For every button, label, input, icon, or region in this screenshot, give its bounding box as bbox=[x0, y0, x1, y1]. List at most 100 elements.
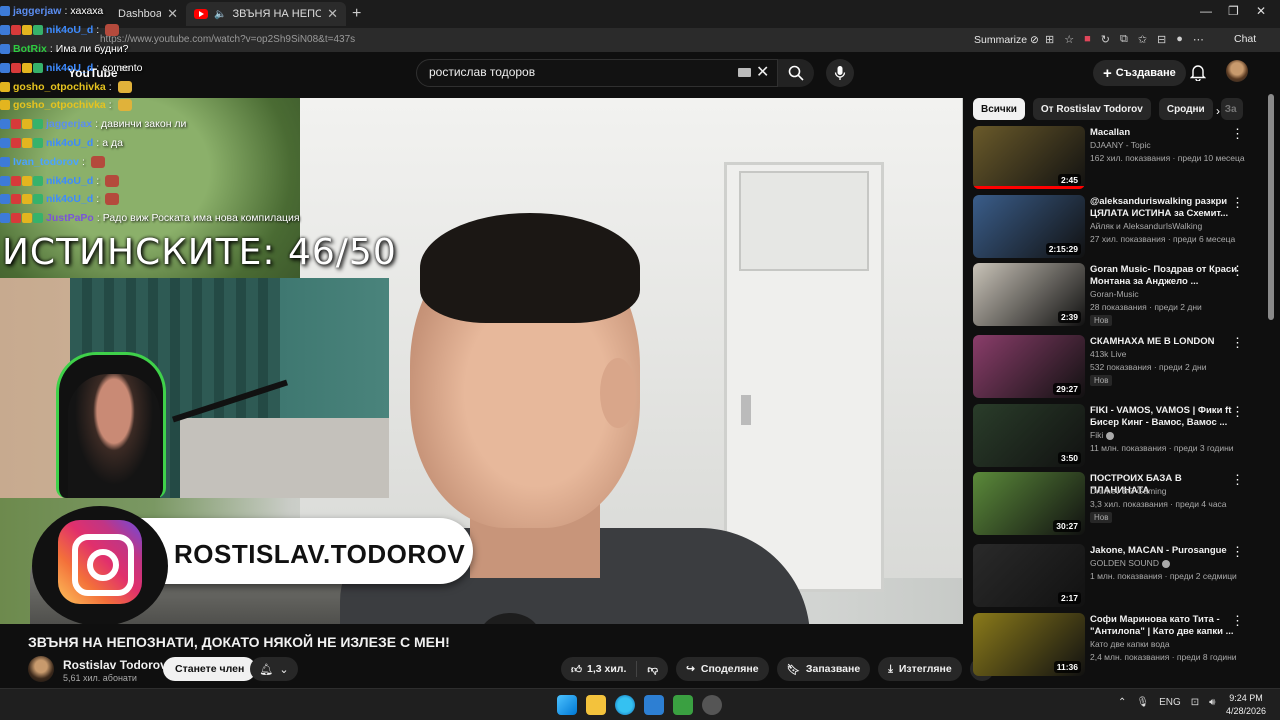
video-channel[interactable]: 413k Live bbox=[1090, 349, 1126, 359]
video-title[interactable]: FIKI - VAMOS, VAMOS | Фики ft Бисер Кинг… bbox=[1090, 405, 1240, 429]
more-menu-icon[interactable]: ⋯ bbox=[1193, 33, 1204, 46]
volume-icon[interactable]: 🔊︎ bbox=[1209, 697, 1215, 708]
edge-browser-icon[interactable] bbox=[615, 695, 635, 715]
clear-search-icon[interactable]: ✕ bbox=[756, 62, 769, 82]
voice-search-button[interactable] bbox=[826, 59, 854, 87]
copilot-chat-button[interactable]: Chat bbox=[1234, 33, 1256, 45]
chat-username[interactable]: jaggerjaw bbox=[13, 5, 61, 17]
more-vert-icon[interactable]: ⋮ bbox=[1231, 613, 1244, 629]
recommended-video[interactable]: 2:17 Jakone, MACAN - Purosangue GOLDEN SOU… bbox=[973, 544, 1263, 608]
more-vert-icon[interactable]: ⋮ bbox=[1231, 404, 1244, 420]
chat-username[interactable]: nik4oU_d bbox=[46, 175, 93, 187]
summarize-button[interactable]: Summarize ⊘ bbox=[974, 34, 1039, 46]
share-button[interactable]: ↪ Споделяне bbox=[676, 657, 769, 681]
channel-name[interactable]: Rostislav Todorov bbox=[63, 658, 167, 672]
start-windows-icon[interactable] bbox=[557, 695, 577, 715]
video-channel[interactable]: GOLDEN SOUND bbox=[1090, 558, 1170, 568]
more-vert-icon[interactable]: ⋮ bbox=[1231, 472, 1244, 488]
video-channel[interactable]: Като две капки вода bbox=[1090, 639, 1170, 649]
save-button[interactable]: 🔖︎ Запазване bbox=[776, 657, 871, 681]
chat-username[interactable]: nik4oU_d bbox=[46, 24, 93, 36]
chat-username[interactable]: Ivan_todorov bbox=[13, 156, 79, 168]
app-icon[interactable] bbox=[702, 695, 722, 715]
recommended-video[interactable]: 3:50 FIKI - VAMOS, VAMOS | Фики ft Бисер … bbox=[973, 404, 1263, 468]
video-thumbnail[interactable]: 3:50 bbox=[973, 404, 1085, 467]
chip-all[interactable]: Всички bbox=[973, 98, 1025, 120]
collections-icon[interactable]: ⊟ bbox=[1157, 33, 1166, 46]
extension-icon[interactable]: ■ bbox=[1084, 33, 1091, 46]
dislike-button[interactable]: 👎︎ bbox=[637, 663, 668, 676]
more-vert-icon[interactable]: ⋮ bbox=[1231, 335, 1244, 351]
language-indicator[interactable]: ENG bbox=[1159, 697, 1181, 708]
video-thumbnail[interactable]: 2:45 bbox=[973, 126, 1085, 189]
tab-actions-icon[interactable]: ⊞ bbox=[1045, 33, 1054, 46]
keyboard-icon[interactable] bbox=[738, 68, 751, 77]
minimize-icon[interactable]: — bbox=[1200, 4, 1212, 18]
recommended-video[interactable]: 2:45 Macallan DJAANY - Topic 162 хил. показ… bbox=[973, 126, 1263, 190]
video-thumbnail[interactable]: 29:27 bbox=[973, 335, 1085, 398]
recommended-video[interactable]: 29:27 СКАМНАХА МЕ В LONDON 413k Live 532 по… bbox=[973, 335, 1263, 399]
search-button[interactable] bbox=[778, 59, 814, 87]
more-vert-icon[interactable]: ⋮ bbox=[1231, 195, 1244, 211]
file-explorer-icon[interactable] bbox=[586, 695, 606, 715]
store-icon[interactable] bbox=[644, 695, 664, 715]
recommended-video[interactable]: 2:15:29 @aleksanduriswalking разкри ЦЯЛАТ… bbox=[973, 195, 1263, 259]
more-vert-icon[interactable]: ⋮ bbox=[1231, 544, 1244, 560]
maximize-icon[interactable]: ❐ bbox=[1228, 4, 1239, 18]
notifications-bell-icon[interactable] bbox=[1190, 63, 1206, 81]
chevron-right-icon[interactable]: › bbox=[1216, 104, 1220, 118]
chat-username[interactable]: nik4oU_d bbox=[46, 62, 93, 74]
video-title[interactable]: Jakone, MACAN - Purosangue bbox=[1090, 545, 1240, 557]
video-channel[interactable]: Goran-Music bbox=[1090, 289, 1139, 299]
recommended-video[interactable]: 30:27 ПОСТРОИХ БАЗА В ПЛАНИНАТА Drumev BG … bbox=[973, 472, 1263, 536]
like-button[interactable]: 👍︎ 1,3 хил. bbox=[561, 661, 638, 677]
search-input[interactable]: ростислав тодоров bbox=[416, 59, 778, 87]
chat-username[interactable]: nik4oU_d bbox=[46, 137, 93, 149]
video-thumbnail[interactable]: 30:27 bbox=[973, 472, 1085, 535]
chevron-up-icon[interactable]: ⌃ bbox=[1118, 697, 1126, 708]
video-title[interactable]: СКАМНАХА МЕ В LONDON bbox=[1090, 336, 1240, 348]
video-title[interactable]: Macallan bbox=[1090, 127, 1240, 139]
channel-avatar[interactable] bbox=[28, 656, 54, 682]
puzzle-icon[interactable]: ⧉ bbox=[1120, 33, 1128, 46]
microphone-tray-icon[interactable]: 🎙︎ bbox=[1136, 697, 1149, 708]
chip-related[interactable]: Сродни bbox=[1158, 98, 1213, 120]
chip-for-you[interactable]: За bbox=[1220, 98, 1243, 120]
chat-username[interactable]: nik4oU_d bbox=[46, 193, 93, 205]
video-title[interactable]: @aleksanduriswalking разкри ЦЯЛАТА ИСТИН… bbox=[1090, 196, 1240, 220]
video-channel[interactable]: Drumev BG Gaming bbox=[1090, 486, 1167, 496]
chat-username[interactable]: gosho_otpochivka bbox=[13, 81, 106, 93]
subscription-bell-button[interactable]: 🔔︎ ⌄ bbox=[250, 657, 298, 681]
chat-username[interactable]: JustPaPo bbox=[46, 212, 94, 224]
chat-username[interactable]: BotRix bbox=[13, 43, 47, 55]
video-title[interactable]: Goran Music- Поздрав от Краси Монтана за… bbox=[1090, 264, 1240, 288]
recommended-video[interactable]: 11:36 Софи Маринова като Тита - "Антилопа… bbox=[973, 613, 1263, 677]
scrollbar[interactable] bbox=[1268, 94, 1274, 320]
video-thumbnail[interactable]: 2:17 bbox=[973, 544, 1085, 607]
favorites-icon[interactable]: ✩ bbox=[1138, 33, 1147, 46]
chat-username[interactable]: jaggerjax bbox=[46, 118, 92, 130]
minecraft-icon[interactable] bbox=[673, 695, 693, 715]
video-thumbnail[interactable]: 11:36 bbox=[973, 613, 1085, 676]
more-vert-icon[interactable]: ⋮ bbox=[1231, 126, 1244, 142]
chip-from-channel[interactable]: От Rostislav Todorov bbox=[1032, 98, 1151, 120]
video-channel[interactable]: Айляк и AleksandurIsWalking bbox=[1090, 221, 1202, 231]
join-button[interactable]: Станете член bbox=[163, 657, 257, 681]
video-title[interactable]: Софи Маринова като Тита - "Антилопа" | К… bbox=[1090, 614, 1240, 638]
more-vert-icon[interactable]: ⋮ bbox=[1231, 263, 1244, 279]
profile-icon[interactable]: ● bbox=[1176, 33, 1183, 46]
account-avatar[interactable] bbox=[1226, 60, 1248, 82]
recommended-video[interactable]: 2:39 Goran Music- Поздрав от Краси Монтан… bbox=[973, 263, 1263, 327]
close-window-icon[interactable]: ✕ bbox=[1256, 4, 1266, 18]
create-button[interactable]: + Създаване bbox=[1093, 60, 1186, 86]
video-thumbnail[interactable]: 2:39 bbox=[973, 263, 1085, 326]
clock[interactable]: 9:24 PM 4/28/2026 bbox=[1226, 692, 1266, 718]
download-button[interactable]: ⤓ Изтегляне bbox=[878, 657, 962, 681]
network-icon[interactable]: ⊡ bbox=[1191, 697, 1199, 708]
video-channel[interactable]: DJAANY - Topic bbox=[1090, 140, 1151, 150]
video-thumbnail[interactable]: 2:15:29 bbox=[973, 195, 1085, 258]
refresh-extension-icon[interactable]: ↻ bbox=[1101, 33, 1110, 46]
video-channel[interactable]: Fiki bbox=[1090, 430, 1115, 440]
chat-username[interactable]: gosho_otpochivka bbox=[13, 99, 106, 111]
favorite-star-icon[interactable]: ☆ bbox=[1064, 33, 1074, 46]
